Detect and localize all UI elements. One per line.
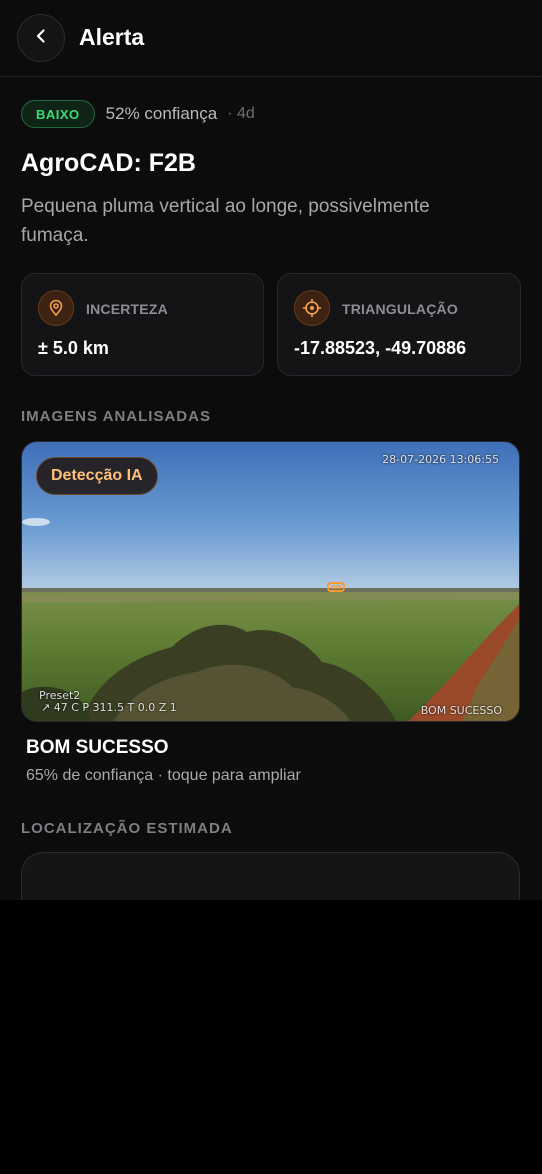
blank-area — [0, 900, 542, 1174]
image-camera-overlay: BOM SUCESSO — [420, 704, 502, 717]
image-caption: 65% de confiança · toque para ampliar — [26, 767, 301, 784]
images-section-label: IMAGENS ANALISADAS — [21, 408, 211, 425]
map-pin-icon — [38, 290, 74, 326]
triangulation-label: TRIANGULAÇÃO — [342, 301, 458, 317]
age-text: · 4d — [227, 105, 255, 122]
page-title: Alerta — [79, 24, 145, 50]
triangulation-value: -17.88523, -49.70886 — [294, 338, 467, 358]
alert-meta: BAIXO 52% confiança · 4d — [21, 98, 255, 130]
location-section-label: LOCALIZAÇÃO ESTIMADA — [21, 820, 233, 837]
alert-title: AgroCAD: F2B — [21, 149, 196, 177]
top-bar: Alerta — [0, 0, 542, 77]
image-timestamp: 28-07-2026 13:06:55 — [382, 453, 499, 466]
uncertainty-label: INCERTEZA — [86, 301, 168, 317]
confidence-text: 52% confiança — [105, 104, 218, 123]
crosshair-icon — [294, 290, 330, 326]
image-ptz: ↗ 47 C P 311.5 T 0.0 Z 1 — [41, 701, 177, 714]
alert-description: Pequena pluma vertical ao longe, possive… — [21, 196, 430, 246]
triangulation-card: TRIANGULAÇÃO -17.88523, -49.70886 — [277, 273, 521, 376]
severity-badge: BAIXO — [21, 100, 95, 128]
chevron-left-icon — [33, 28, 49, 49]
alert-screen: Alerta BAIXO 52% confiança · 4d AgroCAD:… — [0, 0, 542, 932]
uncertainty-card: INCERTEZA ± 5.0 km — [21, 273, 264, 376]
ai-detection-chip: Detecção IA — [36, 457, 158, 495]
uncertainty-value: ± 5.0 km — [38, 338, 109, 358]
back-button[interactable] — [17, 14, 65, 62]
camera-image-card[interactable]: Detecção IA 28-07-2026 13:06:55 Preset2 … — [21, 441, 520, 722]
camera-name: BOM SUCESSO — [26, 737, 169, 758]
